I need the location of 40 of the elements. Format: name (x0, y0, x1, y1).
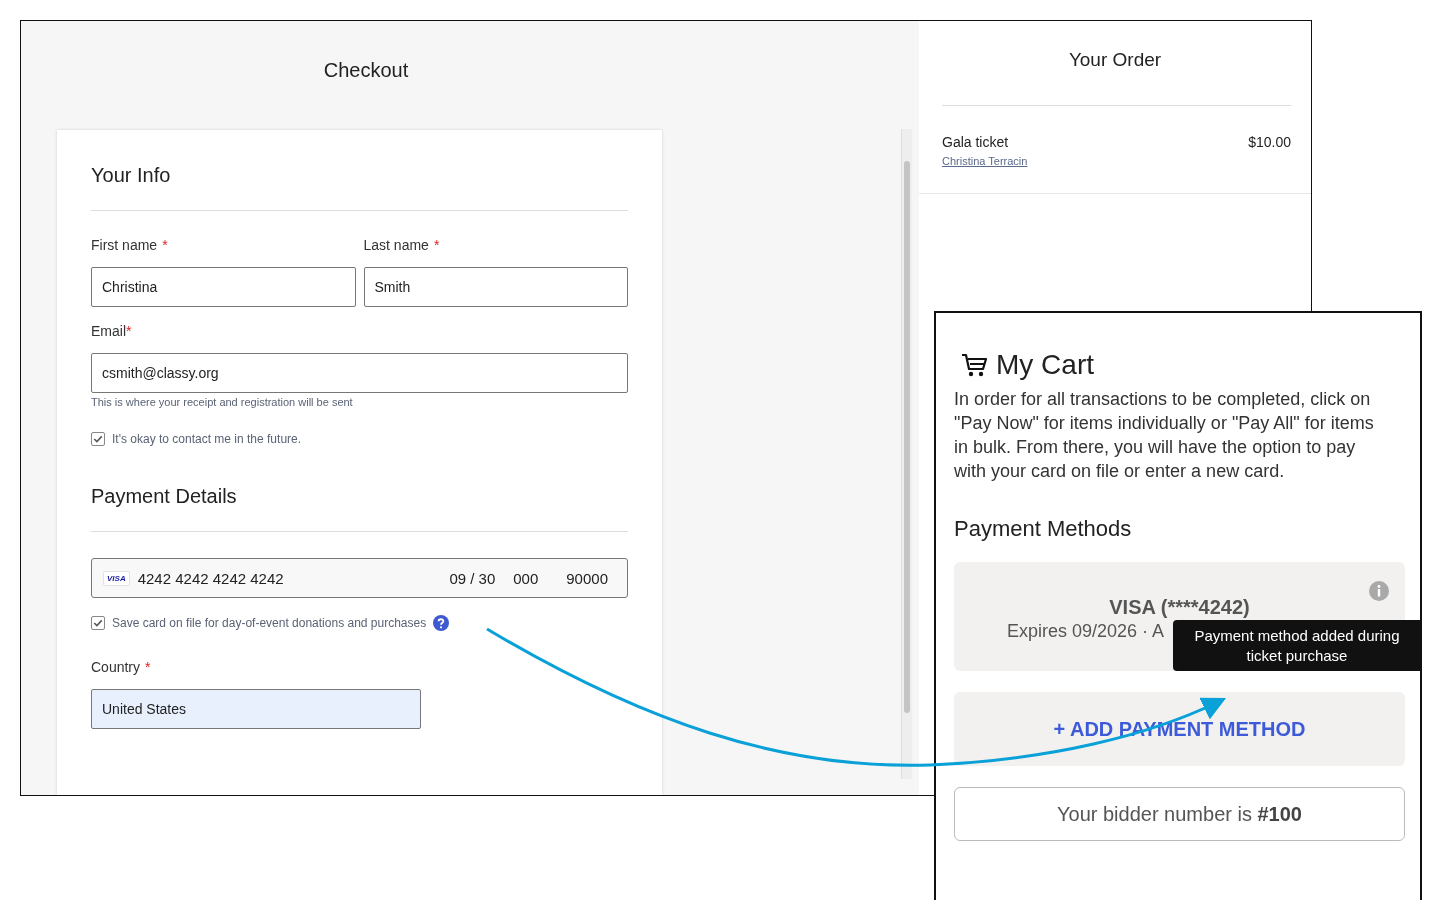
card-title: VISA (****4242) (1109, 595, 1250, 619)
card-zip: 90000 (566, 569, 608, 587)
card-brand: VISA (103, 570, 130, 586)
scrollbar[interactable] (901, 129, 912, 779)
checkbox-label: It's okay to contact me in the future. (112, 432, 302, 446)
item-name: Gala ticket (942, 134, 1010, 150)
required-mark: * (145, 659, 151, 677)
attendee-link[interactable]: Christina Terracin (942, 155, 1028, 167)
section-heading: Your Info (91, 163, 172, 188)
cart-title: My Cart (996, 349, 1094, 381)
card-number: 4242 4242 4242 4242 (137, 569, 284, 587)
card-field[interactable]: VISA 4242 4242 4242 4242 09 / 30 000 90000 (91, 558, 628, 598)
order-title: Your Order (1067, 49, 1163, 72)
help-icon[interactable] (433, 615, 450, 631)
checkbox[interactable] (91, 616, 105, 630)
section-heading: Payment Methods (954, 516, 1133, 542)
input-field[interactable]: Christina (91, 267, 356, 307)
field-label: Email (91, 323, 126, 341)
tooltip: Payment method added during ticket purchase (1173, 620, 1420, 671)
card-expiry: 09 / 30 (449, 569, 496, 587)
section-heading: Payment Details (91, 484, 238, 509)
hint-text: This is where your receipt and registration will be sent (91, 396, 354, 408)
cart-icon (960, 351, 988, 379)
card-detail: Expires 09/2026 · A (1007, 620, 1165, 643)
required-mark: * (126, 323, 132, 341)
field-label: Country (91, 659, 141, 677)
checkbox[interactable] (91, 432, 105, 446)
page-title: Checkout (322, 59, 410, 83)
intro-text: In order for all transactions to be completed, click on "Pay Now" for items individually or "Pay All" for items in bulk. From there, you will have the option to pay with your card on file or enter a new card. (954, 388, 1375, 483)
input-field[interactable]: csmith@classy.org (91, 353, 628, 393)
field-label: First name (91, 237, 158, 255)
field-label: Last name (363, 237, 429, 255)
checkbox-label: Save card on file for day-of-event donations and purchases (112, 616, 427, 630)
item-price: $10.00 (1248, 134, 1291, 152)
required-mark: * (162, 237, 168, 255)
country-select[interactable]: United States (91, 689, 421, 729)
required-mark: * (433, 237, 440, 255)
input-field[interactable]: Smith (363, 267, 628, 307)
card-cvc: 000 (513, 569, 539, 587)
bidder-number: Your bidder number is #100 (954, 787, 1405, 841)
